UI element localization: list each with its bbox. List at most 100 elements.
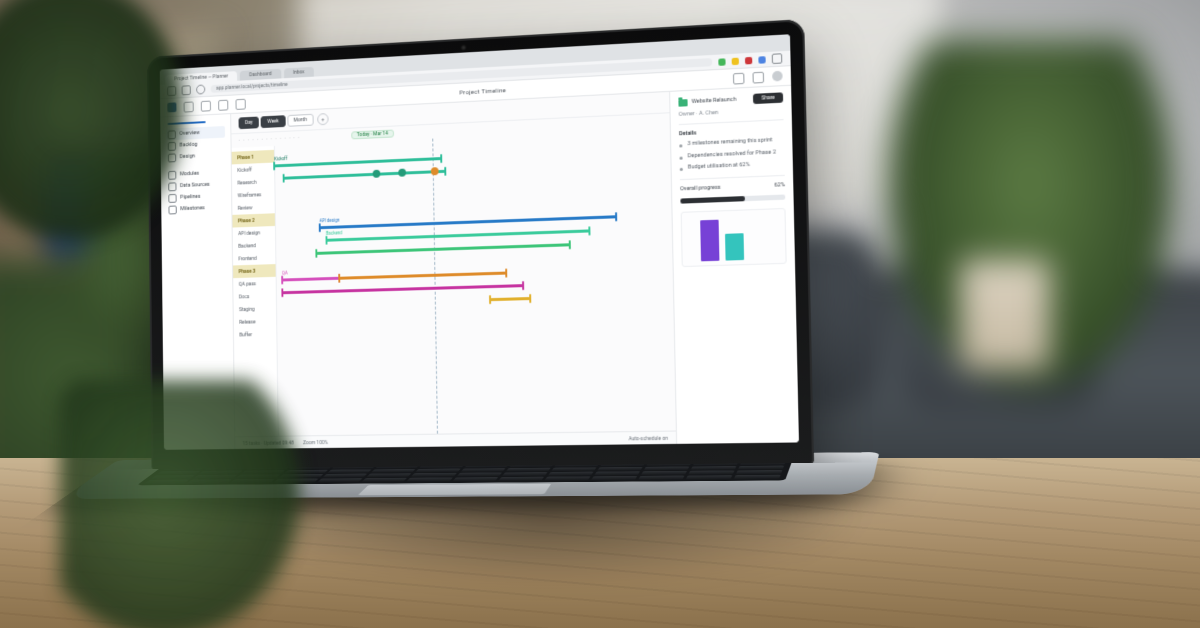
key[interactable] xyxy=(318,478,363,482)
bell-icon[interactable] xyxy=(752,71,764,83)
key[interactable] xyxy=(646,462,691,466)
key[interactable] xyxy=(151,475,195,479)
key[interactable] xyxy=(554,463,599,467)
key[interactable] xyxy=(424,460,468,464)
key[interactable] xyxy=(452,477,498,481)
key[interactable] xyxy=(371,469,416,473)
key[interactable] xyxy=(252,461,296,465)
share-button[interactable]: Share xyxy=(753,92,783,104)
gantt-bar[interactable] xyxy=(490,297,530,301)
key[interactable] xyxy=(468,459,512,463)
key[interactable] xyxy=(736,470,783,474)
key[interactable] xyxy=(199,470,243,474)
key[interactable] xyxy=(241,470,285,474)
seg-day[interactable]: Day xyxy=(239,117,260,130)
milestone-icon[interactable] xyxy=(399,169,407,177)
key[interactable] xyxy=(420,464,465,468)
extension-icon[interactable] xyxy=(732,57,739,65)
key[interactable] xyxy=(505,468,550,472)
key[interactable] xyxy=(204,466,248,470)
task-label[interactable]: Docs xyxy=(233,290,276,304)
gantt-tracks[interactable]: Kickoff API designBackend QA xyxy=(274,128,676,436)
task-label[interactable]: Staging xyxy=(234,302,277,316)
trackpad[interactable] xyxy=(357,483,553,495)
key[interactable] xyxy=(337,461,381,465)
extension-icon[interactable] xyxy=(745,56,752,64)
key[interactable] xyxy=(551,467,596,471)
gantt-bar[interactable]: Kickoff xyxy=(274,157,441,167)
key[interactable] xyxy=(247,466,291,470)
key[interactable] xyxy=(603,458,648,462)
key[interactable] xyxy=(327,469,372,473)
key[interactable] xyxy=(323,474,368,478)
key[interactable] xyxy=(407,477,453,481)
key[interactable] xyxy=(332,465,376,469)
key[interactable] xyxy=(460,468,505,472)
key[interactable] xyxy=(641,471,687,475)
key[interactable] xyxy=(168,462,211,466)
extension-icon[interactable] xyxy=(758,56,765,64)
extension-icon[interactable] xyxy=(718,58,725,66)
gantt-bar[interactable] xyxy=(284,170,445,180)
key[interactable] xyxy=(294,461,338,465)
key[interactable] xyxy=(411,473,456,477)
menu-icon[interactable] xyxy=(772,53,783,64)
key[interactable] xyxy=(230,479,275,483)
key[interactable] xyxy=(274,479,319,483)
key[interactable] xyxy=(187,479,232,483)
key[interactable] xyxy=(464,464,509,468)
back-icon[interactable] xyxy=(167,86,176,96)
key[interactable] xyxy=(279,474,324,478)
task-label[interactable]: Buffer xyxy=(234,328,277,342)
gantt-bar[interactable] xyxy=(317,243,570,255)
key[interactable] xyxy=(740,461,786,465)
key[interactable] xyxy=(591,476,637,480)
keyboard[interactable] xyxy=(137,455,795,486)
key[interactable] xyxy=(649,457,694,461)
save-icon[interactable] xyxy=(184,101,194,112)
key[interactable] xyxy=(544,476,590,480)
key[interactable] xyxy=(415,468,460,472)
key[interactable] xyxy=(502,472,548,476)
filter-icon[interactable] xyxy=(236,98,246,109)
gantt-bar[interactable] xyxy=(282,284,523,294)
key[interactable] xyxy=(163,466,206,470)
key[interactable] xyxy=(512,459,557,463)
key[interactable] xyxy=(362,478,407,482)
key[interactable] xyxy=(688,471,734,475)
key[interactable] xyxy=(693,461,739,465)
key[interactable] xyxy=(380,460,424,464)
gantt-bar[interactable]: API design xyxy=(319,215,616,229)
undo-icon[interactable] xyxy=(201,100,211,111)
key[interactable] xyxy=(690,466,736,470)
seg-month[interactable]: Month xyxy=(287,114,314,127)
key[interactable] xyxy=(509,463,554,467)
key[interactable] xyxy=(547,472,593,476)
key[interactable] xyxy=(734,475,781,479)
key[interactable] xyxy=(456,473,501,477)
key[interactable] xyxy=(289,465,333,469)
key[interactable] xyxy=(557,458,602,462)
key[interactable] xyxy=(594,471,640,475)
redo-icon[interactable] xyxy=(218,99,228,110)
gantt-bar[interactable]: Backend xyxy=(326,229,590,241)
milestone-icon[interactable] xyxy=(373,170,381,178)
key[interactable] xyxy=(498,477,544,481)
key[interactable] xyxy=(686,475,733,479)
key[interactable] xyxy=(738,465,784,469)
key[interactable] xyxy=(210,462,253,466)
seg-week[interactable]: Week xyxy=(261,115,285,128)
milestone-icon[interactable] xyxy=(431,167,439,175)
browser-tab[interactable]: Inbox xyxy=(284,67,314,78)
key[interactable] xyxy=(695,457,740,461)
gantt-bar[interactable] xyxy=(339,272,506,280)
gantt-bar[interactable]: QA xyxy=(282,277,339,282)
key[interactable] xyxy=(193,475,237,479)
key[interactable] xyxy=(742,456,788,460)
task-label[interactable]: Release xyxy=(234,315,277,329)
add-icon[interactable]: + xyxy=(317,113,328,125)
key[interactable] xyxy=(157,471,201,475)
key[interactable] xyxy=(376,464,420,468)
key[interactable] xyxy=(367,473,412,477)
key[interactable] xyxy=(638,476,684,480)
